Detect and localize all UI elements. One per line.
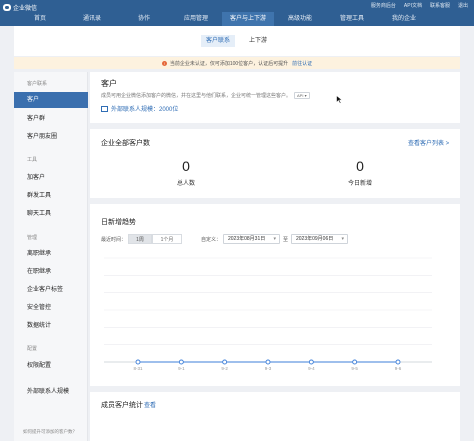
data-point	[178, 359, 184, 365]
nav-my-enterprise[interactable]: 我的企业	[378, 12, 430, 26]
x-tick-label: 9-4	[308, 366, 315, 371]
link-provider-console[interactable]: 服务商后台	[371, 2, 396, 9]
member-stats-view-link[interactable]: 查看	[144, 400, 156, 409]
range-1-month[interactable]: 1个月	[152, 234, 182, 244]
verify-link[interactable]: 前往认证	[292, 60, 312, 67]
nav-home[interactable]: 首页	[14, 12, 66, 26]
sidebar-item-resign-inherit[interactable]: 离职继承	[14, 246, 88, 262]
link-logout[interactable]: 退出	[458, 2, 468, 9]
chevron-down-icon: ▾	[273, 236, 276, 242]
sidebar-item-permissions[interactable]: 权限配置	[14, 358, 88, 374]
today-new-value: 0	[356, 158, 364, 174]
tab-customer-contact[interactable]: 客户联系	[201, 35, 235, 47]
sidebar-footer-link[interactable]: 如何提升可添加的客户数？	[14, 429, 88, 435]
chevron-down-icon: ▾	[341, 236, 344, 242]
x-tick-label: 9-2	[221, 366, 228, 371]
date-to-picker[interactable]: 2023年09月06日 ▾	[291, 234, 348, 244]
date-to-value: 2023年09月06日	[296, 236, 334, 242]
nav-advanced[interactable]: 高级功能	[274, 12, 326, 26]
verification-notice: ! 当前企业未认证，仅可添加100位客户，认证后可提升 前往认证	[14, 57, 460, 69]
sidebar-item-contact-scale[interactable]: 外部联系人规模	[14, 384, 88, 400]
quota-text: 外部联系人规模：2000位	[111, 107, 179, 113]
top-links: 服务商后台 API文档 联系客服 退出	[371, 2, 468, 9]
section-divider	[90, 123, 460, 129]
sidebar: 客户联系 客户 客户群 客户朋友圈 工具 加客户 群发工具 聊天工具 管理 离职…	[14, 72, 88, 441]
date-from-value: 2023年08月31日	[228, 236, 266, 242]
app-window: 企业微信 服务商后台 API文档 联系客服 退出 首页 通讯录 协作 应用管理 …	[0, 0, 474, 441]
sidebar-item-add-customer[interactable]: 加客户	[14, 170, 88, 186]
view-customer-list-link[interactable]: 查看客户列表 >	[408, 138, 449, 147]
data-point	[135, 359, 141, 365]
x-tick-label: 9-6	[395, 366, 402, 371]
link-api-docs[interactable]: API文档	[404, 2, 422, 9]
api-badge[interactable]: API ▾	[294, 92, 310, 99]
notice-text: 当前企业未认证，仅可添加100位客户，认证后可提升	[169, 60, 289, 67]
page-description: 成员可用企业微信添加客户的微信，并在这里与他们联系，企业可统一管理这些客户。 AP…	[101, 92, 310, 99]
daily-trend-chart: 8-31 9-1 9-2 9-3 9-4 9-5 9-6	[98, 252, 438, 377]
warning-icon: !	[161, 60, 167, 66]
wecom-logo-icon	[3, 3, 11, 11]
trend-title: 日新增趋势	[101, 219, 136, 226]
x-tick-label: 8-31	[133, 366, 143, 371]
subtabs-bar: 客户联系 上下游	[14, 26, 460, 56]
nav-app-management[interactable]: 应用管理	[170, 12, 222, 26]
description-text: 成员可用企业微信添加客户的微信，并在这里与他们联系，企业可统一管理这些客户。	[101, 93, 292, 99]
range-1-week[interactable]: 1周	[128, 234, 152, 244]
main-nav: 首页 通讯录 协作 应用管理 客户与上下游 高级功能 管理工具 我的企业	[0, 12, 474, 26]
logo[interactable]: 企业微信	[3, 2, 37, 12]
range-label: 最近时间：	[101, 237, 127, 243]
sidebar-group-customer-contact: 客户联系	[27, 81, 48, 87]
sidebar-item-customer-groups[interactable]: 客户群	[14, 111, 88, 127]
member-stats-title: 成员客户统计	[101, 402, 143, 409]
data-point	[352, 359, 358, 365]
mouse-cursor-icon	[336, 95, 343, 104]
sidebar-item-security[interactable]: 安全管控	[14, 300, 88, 316]
nav-contacts[interactable]: 通讯录	[66, 12, 118, 26]
page-title: 客户	[101, 79, 117, 88]
today-new-label: 今日新增	[347, 181, 372, 187]
sidebar-group-management: 管理	[27, 235, 38, 241]
sidebar-item-chat-tools[interactable]: 聊天工具	[14, 206, 88, 222]
sidebar-group-tools: 工具	[27, 157, 38, 163]
sidebar-group-config: 配置	[27, 346, 38, 352]
data-point	[265, 359, 271, 365]
total-customers-label: 总人数	[176, 181, 195, 187]
sidebar-item-onjob-inherit[interactable]: 在职继承	[14, 264, 88, 280]
link-contact-support[interactable]: 联系客服	[430, 2, 450, 9]
all-customers-title: 企业全部客户数	[101, 140, 150, 147]
sidebar-item-broadcast[interactable]: 群发工具	[14, 188, 88, 204]
nav-management-tools[interactable]: 管理工具	[326, 12, 378, 26]
tab-upstream-downstream[interactable]: 上下游	[243, 35, 273, 47]
data-point	[308, 359, 314, 365]
section-divider	[90, 386, 460, 392]
custom-range-label: 自定义：	[201, 237, 222, 243]
building-icon	[101, 105, 108, 112]
top-header: 企业微信 服务商后台 API文档 联系客服 退出 首页 通讯录 协作 应用管理 …	[0, 0, 474, 26]
nav-customers[interactable]: 客户与上下游	[222, 12, 274, 26]
x-tick-label: 9-1	[178, 366, 185, 371]
date-separator: 至	[283, 237, 289, 243]
contact-quota[interactable]: 外部联系人规模：2000位	[101, 104, 178, 113]
sidebar-item-customers[interactable]: 客户	[14, 92, 88, 108]
main-panel: 客户 成员可用企业微信添加客户的微信，并在这里与他们联系，企业可统一管理这些客户…	[90, 72, 460, 441]
logo-text: 企业微信	[13, 5, 38, 12]
total-customers-value: 0	[182, 158, 190, 174]
sidebar-item-customer-tags[interactable]: 企业客户标签	[14, 282, 88, 298]
section-divider	[90, 198, 460, 204]
data-point	[395, 359, 401, 365]
sidebar-item-moments[interactable]: 客户朋友圈	[14, 129, 88, 145]
nav-collaboration[interactable]: 协作	[118, 12, 170, 26]
date-from-picker[interactable]: 2023年08月31日 ▾	[223, 234, 280, 244]
api-badge-text: API	[297, 93, 304, 98]
x-tick-label: 9-3	[265, 366, 272, 371]
sidebar-item-statistics[interactable]: 数据统计	[14, 318, 88, 334]
trend-chart-svg: 8-31 9-1 9-2 9-3 9-4 9-5 9-6	[104, 257, 432, 371]
data-point	[222, 359, 228, 365]
x-tick-label: 9-5	[351, 366, 358, 371]
